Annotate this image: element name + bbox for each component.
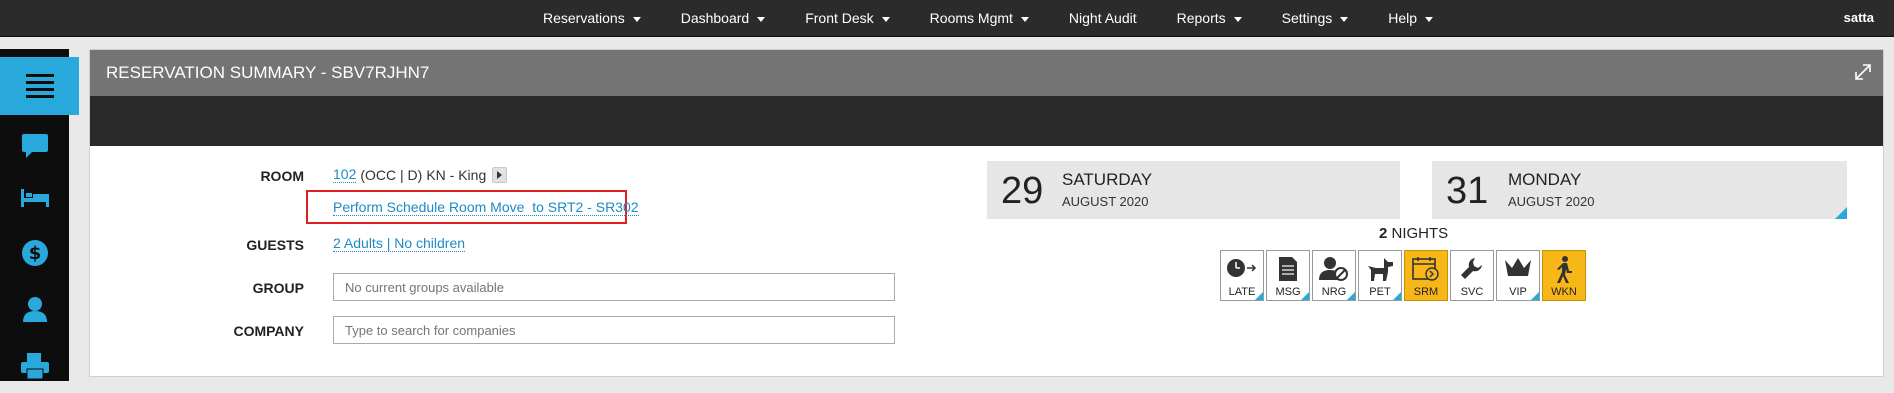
arrival-month-year: AUGUST 2020 bbox=[1062, 194, 1149, 209]
calendar-arrow-icon bbox=[1412, 257, 1439, 281]
corner-indicator bbox=[1393, 292, 1401, 300]
nav-label: Night Audit bbox=[1068, 10, 1137, 26]
corner-indicator bbox=[1255, 292, 1263, 300]
corner-indicator bbox=[1301, 292, 1309, 300]
flag-late[interactable]: LATE bbox=[1220, 250, 1264, 301]
room-move-highlight: Perform Schedule Room Move to SRT2 - SR3… bbox=[306, 190, 639, 224]
nav-label: Help bbox=[1388, 10, 1418, 26]
company-label: COMPANY bbox=[233, 323, 304, 339]
nights-number: 2 bbox=[1379, 225, 1388, 242]
group-label: GROUP bbox=[252, 280, 304, 296]
user-icon bbox=[22, 297, 47, 322]
room-number-link[interactable]: 102 bbox=[333, 166, 357, 183]
flag-label: SRM bbox=[1413, 286, 1439, 298]
chevron-down-icon bbox=[1340, 16, 1349, 22]
guests-link[interactable]: 2 Adults | No children bbox=[333, 235, 466, 252]
flag-pet[interactable]: PET bbox=[1358, 250, 1402, 301]
panel-toolbar-band bbox=[90, 96, 1883, 146]
nav-label: Dashboard bbox=[680, 10, 750, 26]
departure-month-year: AUGUST 2020 bbox=[1508, 194, 1595, 209]
chevron-down-icon bbox=[632, 16, 641, 22]
print-icon bbox=[20, 353, 49, 379]
corner-indicator bbox=[1531, 292, 1539, 300]
nav-label: Rooms Mgmt bbox=[929, 10, 1013, 26]
nav-dashboard[interactable]: Dashboard bbox=[661, 10, 786, 26]
walking-icon bbox=[1557, 256, 1572, 283]
room-info: 102 (OCC | D) KN - King bbox=[333, 166, 508, 183]
sidebar-item-guest[interactable] bbox=[0, 282, 69, 336]
nav-label: Reservations bbox=[543, 10, 625, 26]
panel-header: RESERVATION SUMMARY - SBV7RJHN7 bbox=[90, 50, 1883, 96]
flag-wkn[interactable]: WKN bbox=[1542, 250, 1586, 301]
reservation-summary-panel: RESERVATION SUMMARY - SBV7RJHN7 ROOM 102… bbox=[89, 49, 1884, 377]
reservation-flags: LATE MSG NRG PET SRM SVC VIP WKN bbox=[1220, 250, 1586, 301]
dog-icon bbox=[1368, 258, 1393, 281]
dollar-icon: $ bbox=[21, 240, 48, 266]
flag-srm[interactable]: SRM bbox=[1404, 250, 1448, 301]
clock-arrow-icon bbox=[1227, 259, 1257, 277]
departure-day: 31 bbox=[1446, 170, 1489, 212]
sidebar-item-rooms[interactable] bbox=[0, 171, 69, 225]
bed-icon bbox=[20, 189, 49, 207]
document-icon bbox=[1279, 257, 1297, 281]
left-sidebar: $ bbox=[0, 49, 79, 381]
corner-indicator bbox=[1347, 292, 1355, 300]
chevron-down-icon bbox=[1020, 16, 1029, 22]
user-menu[interactable]: satta bbox=[1844, 0, 1874, 36]
group-field[interactable] bbox=[333, 273, 895, 301]
nights-count: 2 NIGHTS bbox=[1379, 225, 1579, 242]
flag-svc[interactable]: SVC bbox=[1450, 250, 1494, 301]
expand-icon[interactable] bbox=[1853, 62, 1873, 82]
nav-front-desk[interactable]: Front Desk bbox=[785, 10, 909, 26]
chevron-down-icon bbox=[881, 16, 890, 22]
flag-label: SVC bbox=[1460, 286, 1484, 298]
guests-info: 2 Adults | No children bbox=[333, 235, 466, 252]
sidebar-item-print[interactable] bbox=[0, 339, 69, 393]
chevron-down-icon bbox=[1233, 16, 1242, 22]
nav-label: Front Desk bbox=[805, 10, 874, 26]
sidebar-item-messages[interactable] bbox=[0, 119, 69, 173]
departure-weekday: MONDAY bbox=[1508, 170, 1582, 189]
company-search-input[interactable] bbox=[333, 316, 895, 344]
chevron-down-icon bbox=[757, 16, 766, 22]
nights-label: NIGHTS bbox=[1391, 225, 1449, 242]
arrival-day: 29 bbox=[1001, 170, 1044, 212]
nav-label: Settings bbox=[1281, 10, 1333, 26]
nav-settings[interactable]: Settings bbox=[1262, 10, 1369, 26]
room-details-button[interactable] bbox=[492, 166, 508, 183]
arrival-weekday: SATURDAY bbox=[1062, 170, 1153, 189]
flag-nrg[interactable]: NRG bbox=[1312, 250, 1356, 301]
main-menu: Reservations Dashboard Front Desk Rooms … bbox=[523, 0, 1453, 36]
guests-label: GUESTS bbox=[246, 237, 304, 253]
crown-icon bbox=[1505, 258, 1531, 276]
chevron-down-icon bbox=[1425, 16, 1434, 22]
svg-text:$: $ bbox=[28, 243, 41, 264]
schedule-room-move-link[interactable]: Perform Schedule Room Move to SRT2 - SR3… bbox=[333, 199, 639, 216]
sidebar-menu-button[interactable] bbox=[0, 57, 79, 115]
flag-label: WKN bbox=[1551, 286, 1577, 298]
menu-icon bbox=[25, 74, 54, 98]
room-type: KN - King bbox=[426, 166, 487, 183]
nav-help[interactable]: Help bbox=[1368, 10, 1453, 26]
nav-rooms-mgmt[interactable]: Rooms Mgmt bbox=[910, 10, 1049, 26]
arrival-date-card[interactable]: 29 SATURDAY AUGUST 2020 bbox=[987, 161, 1400, 219]
room-status: (OCC | D) bbox=[360, 166, 423, 183]
sidebar-item-billing[interactable]: $ bbox=[0, 226, 69, 280]
nav-night-audit[interactable]: Night Audit bbox=[1049, 10, 1157, 26]
nav-reservations[interactable]: Reservations bbox=[523, 10, 661, 26]
corner-indicator bbox=[1835, 207, 1847, 219]
room-label: ROOM bbox=[260, 168, 304, 184]
chat-icon bbox=[21, 134, 48, 158]
flag-vip[interactable]: VIP bbox=[1496, 250, 1540, 301]
user-blocked-icon bbox=[1319, 257, 1348, 281]
flag-msg[interactable]: MSG bbox=[1266, 250, 1310, 301]
page-title: RESERVATION SUMMARY - SBV7RJHN7 bbox=[106, 63, 430, 82]
departure-date-card[interactable]: 31 MONDAY AUGUST 2020 bbox=[1432, 161, 1847, 219]
nav-label: Reports bbox=[1176, 10, 1226, 26]
nav-reports[interactable]: Reports bbox=[1157, 10, 1262, 26]
top-nav-bar: Reservations Dashboard Front Desk Rooms … bbox=[0, 0, 1894, 37]
wrench-icon bbox=[1461, 258, 1482, 279]
